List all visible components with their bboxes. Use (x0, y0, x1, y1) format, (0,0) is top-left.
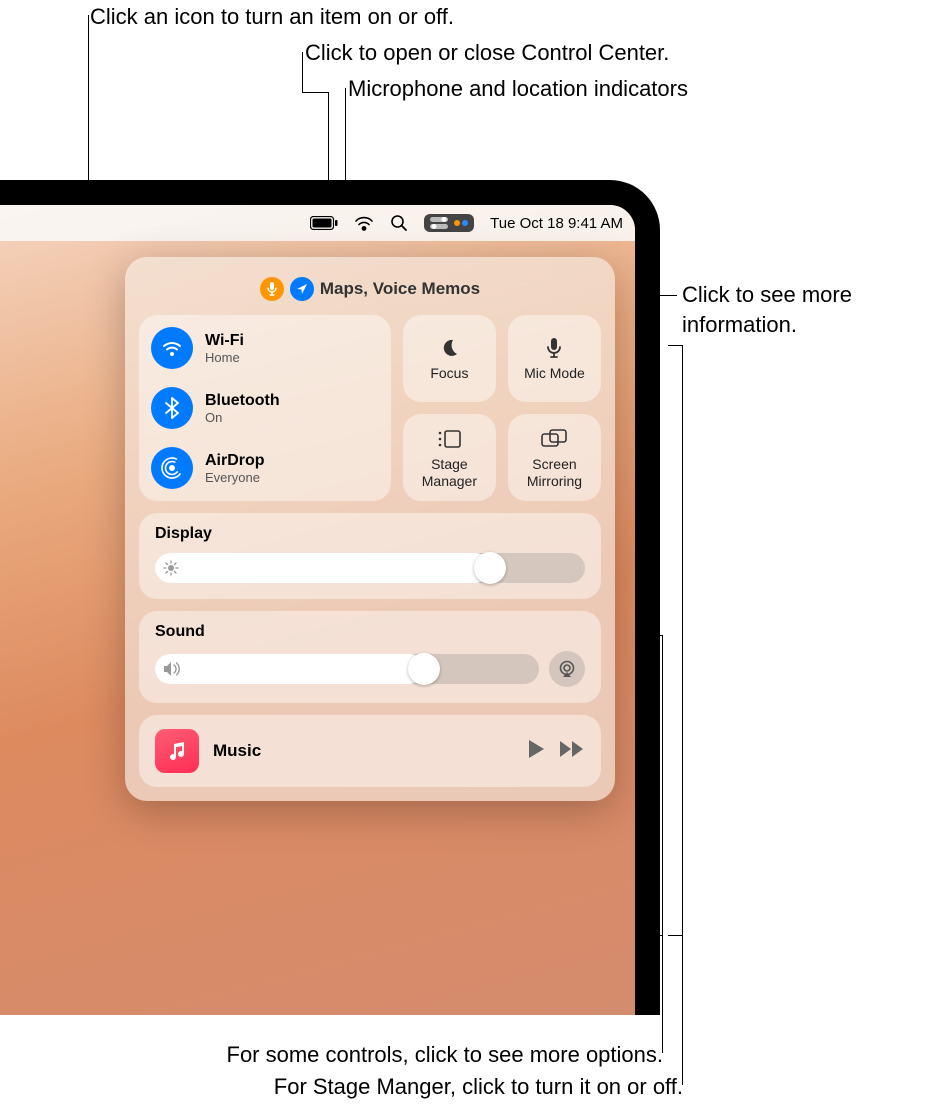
mic-pill-icon (260, 277, 284, 301)
mic-icon (546, 335, 562, 361)
sound-module[interactable]: Sound (139, 611, 601, 703)
bracket-outer-bot (668, 935, 682, 936)
music-title: Music (213, 741, 513, 761)
leader-open-h (302, 92, 328, 93)
callout-indicators: Microphone and location indicators (348, 74, 688, 104)
screen-mirroring-label: Screen Mirroring (512, 456, 597, 488)
volume-icon (163, 661, 181, 677)
airplay-audio-button[interactable] (549, 651, 585, 687)
leader-open-v1 (302, 52, 303, 92)
control-center-grid: Wi-Fi Home Bluetooth On (139, 315, 601, 501)
callout-toggle: Click an icon to turn an item on or off. (90, 2, 454, 32)
stage-manager-tile[interactable]: Stage Manager (403, 414, 496, 501)
connectivity-module[interactable]: Wi-Fi Home Bluetooth On (139, 315, 391, 501)
callout-more-info-1: Click to see more (682, 280, 852, 310)
device-screen: Tue Oct 18 9:41 AM Maps, Voice Memos (0, 205, 635, 1015)
menubar: Tue Oct 18 9:41 AM (0, 205, 635, 241)
music-app-icon (155, 729, 199, 773)
control-center-icon (430, 217, 448, 229)
device-bezel: Tue Oct 18 9:41 AM Maps, Voice Memos (0, 180, 660, 1015)
next-track-button[interactable] (559, 740, 585, 763)
airdrop-icon[interactable] (151, 447, 193, 489)
wifi-row[interactable]: Wi-Fi Home (151, 327, 379, 369)
airplay-icon (557, 660, 577, 678)
sound-label: Sound (155, 623, 585, 641)
airdrop-row[interactable]: AirDrop Everyone (151, 447, 379, 489)
airdrop-subtitle: Everyone (205, 470, 265, 485)
display-slider[interactable] (155, 553, 585, 583)
wifi-title: Wi-Fi (205, 332, 244, 350)
bluetooth-subtitle: On (205, 410, 280, 425)
wifi-icon[interactable] (151, 327, 193, 369)
control-center-menubar-button[interactable] (424, 214, 474, 232)
screen-mirroring-icon (541, 426, 567, 452)
leader-bottom1 (662, 935, 663, 1053)
wifi-menubar-icon[interactable] (354, 215, 374, 231)
callout-more-info-2: information. (682, 310, 797, 340)
display-slider-knob[interactable] (474, 552, 506, 584)
bracket-inner (662, 635, 663, 935)
focus-tile[interactable]: Focus (403, 315, 496, 402)
bracket-outer (682, 345, 683, 935)
sound-slider-knob[interactable] (408, 653, 440, 685)
spotlight-icon[interactable] (390, 214, 408, 232)
control-center-panel: Maps, Voice Memos Wi-Fi Home (125, 257, 615, 801)
menubar-datetime[interactable]: Tue Oct 18 9:41 AM (490, 215, 623, 232)
location-indicator-dot (462, 220, 468, 226)
callout-bottom2: For Stage Manger, click to turn it on or… (93, 1072, 683, 1102)
bluetooth-row[interactable]: Bluetooth On (151, 387, 379, 429)
bluetooth-title: Bluetooth (205, 392, 280, 410)
mic-mode-tile[interactable]: Mic Mode (508, 315, 601, 402)
moon-icon (439, 335, 459, 361)
now-playing-module[interactable]: Music (139, 715, 601, 787)
focus-label: Focus (430, 365, 468, 381)
callout-bottom1: For some controls, click to see more opt… (93, 1040, 663, 1070)
display-label: Display (155, 525, 585, 543)
airdrop-title: AirDrop (205, 452, 265, 470)
bluetooth-icon[interactable] (151, 387, 193, 429)
privacy-apps-text: Maps, Voice Memos (320, 279, 480, 299)
play-button[interactable] (527, 739, 545, 764)
screen-mirroring-tile[interactable]: Screen Mirroring (508, 414, 601, 501)
stage-manager-icon (436, 426, 462, 452)
leader-bottom2 (682, 935, 683, 1085)
stage-manager-label: Stage Manager (407, 456, 492, 488)
tiles-grid: Focus Mic Mode Stage Manager (403, 315, 601, 501)
location-pill-icon (290, 277, 314, 301)
wifi-subtitle: Home (205, 350, 244, 365)
mic-indicator-dot (454, 220, 460, 226)
brightness-icon (163, 560, 179, 576)
privacy-indicator-row[interactable]: Maps, Voice Memos (139, 271, 601, 315)
callout-open-close: Click to open or close Control Center. (305, 38, 669, 68)
battery-icon[interactable] (310, 216, 338, 230)
bracket-outer-top (668, 345, 682, 346)
display-module[interactable]: Display (139, 513, 601, 599)
sound-slider[interactable] (155, 654, 539, 684)
mic-mode-label: Mic Mode (524, 365, 585, 381)
